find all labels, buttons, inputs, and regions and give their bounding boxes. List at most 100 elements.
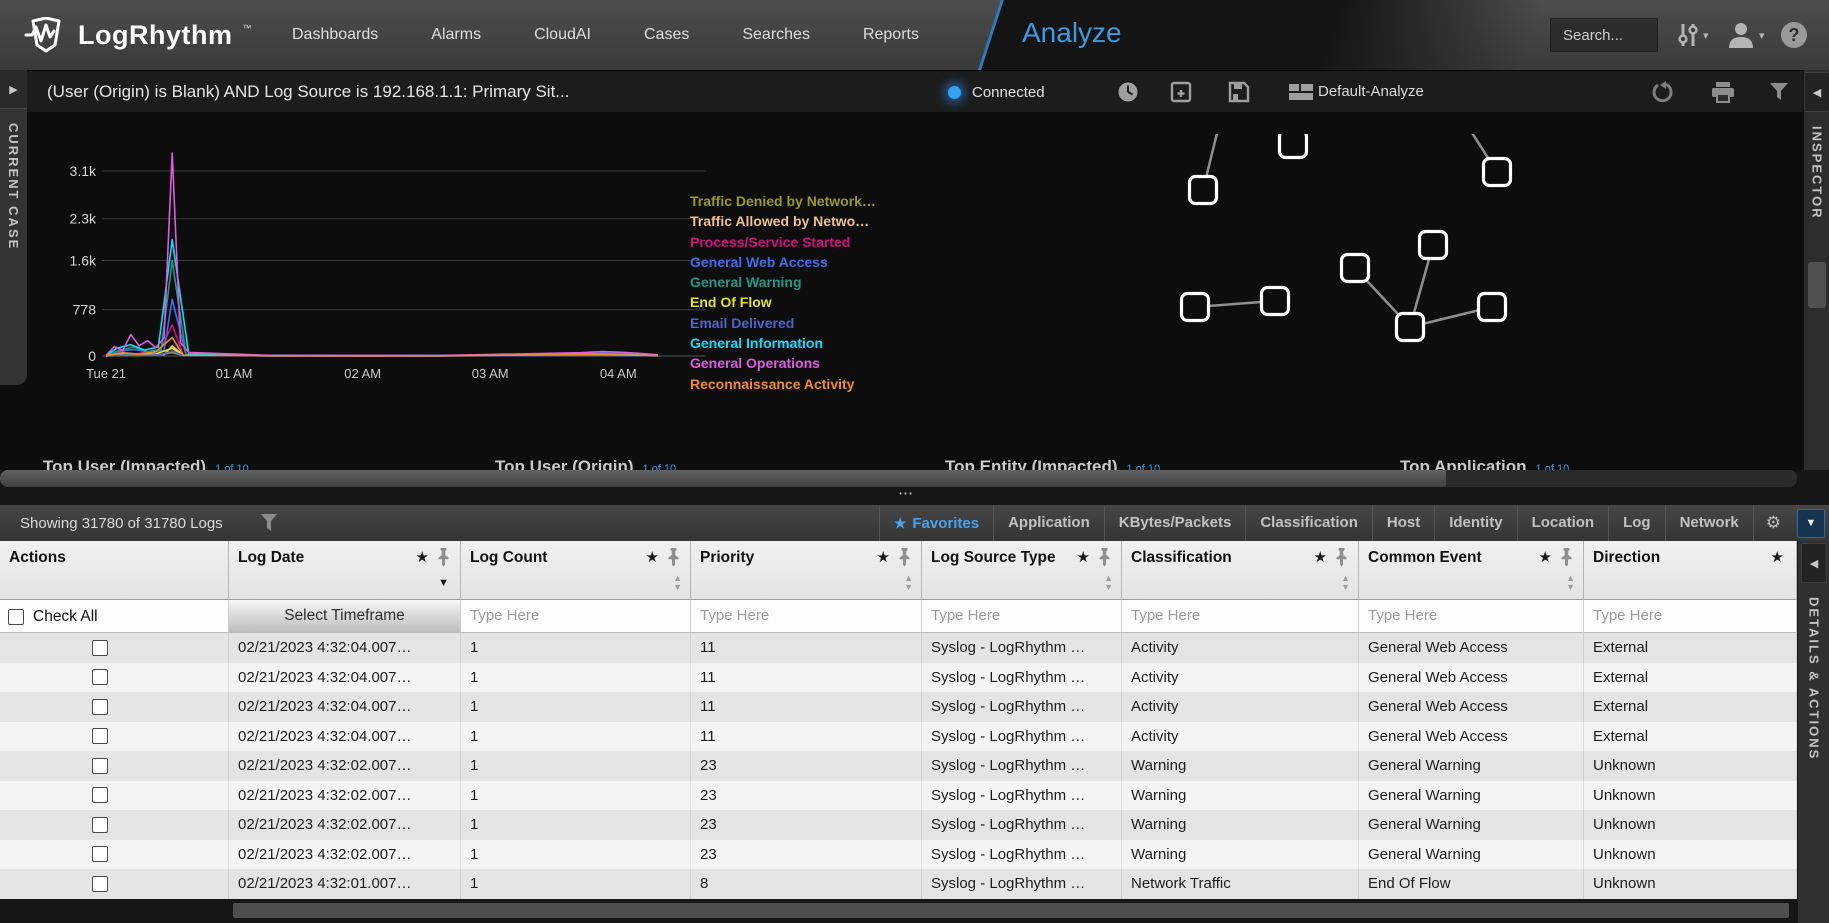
column-pin-icon[interactable] (437, 547, 450, 567)
graph-node[interactable] (1420, 232, 1447, 259)
graph-node[interactable] (1262, 288, 1289, 315)
time-range-icon[interactable] (1117, 81, 1139, 103)
column-pin-icon[interactable] (667, 547, 680, 567)
filter-input[interactable]: Type Here (1359, 600, 1583, 632)
undo-icon[interactable] (1652, 81, 1674, 103)
current-case-expand-button[interactable]: ▶ (0, 70, 27, 109)
column-header-direction[interactable]: Direction★ (1584, 541, 1797, 600)
filter-input[interactable]: Type Here (922, 600, 1121, 632)
tab-location[interactable]: Location (1517, 505, 1609, 541)
row-checkbox[interactable] (92, 699, 108, 715)
column-sort-arrows[interactable]: ▲▼ (1341, 574, 1350, 592)
column-sort-arrows[interactable]: ▲▼ (1566, 574, 1575, 592)
column-star-icon[interactable]: ★ (646, 548, 659, 566)
pin-widget-icon[interactable] (1170, 81, 1192, 103)
filter-input[interactable]: Type Here (1584, 600, 1796, 632)
nav-item-reports[interactable]: Reports (863, 26, 919, 44)
logrhythm-logo[interactable]: LogRhythm ™ (24, 0, 251, 70)
graph-node[interactable] (1479, 294, 1506, 321)
entity-node-graph[interactable] (1128, 134, 1573, 384)
legend-item[interactable]: Traffic Allowed by Netwo… (690, 211, 940, 231)
column-header-actions[interactable]: Actions (0, 541, 229, 600)
filter-icon[interactable] (1768, 81, 1790, 103)
column-sort-arrows[interactable]: ▲▼ (904, 574, 913, 592)
nav-item-alarms[interactable]: Alarms (431, 26, 481, 44)
column-header-log-date[interactable]: Log Date★▼ (229, 541, 461, 600)
column-star-icon[interactable]: ★ (1314, 548, 1327, 566)
row-checkbox[interactable] (92, 758, 108, 774)
nav-item-cases[interactable]: Cases (644, 26, 689, 44)
row-checkbox[interactable] (92, 640, 108, 656)
graph-node[interactable] (1280, 134, 1307, 158)
column-header-priority[interactable]: Priority★▲▼ (691, 541, 922, 600)
column-star-icon[interactable]: ★ (416, 548, 429, 566)
tab-identity[interactable]: Identity (1434, 505, 1516, 541)
tab-log[interactable]: Log (1608, 505, 1665, 541)
table-row[interactable]: 02/21/2023 4:32:01.007…18Syslog - LogRhy… (0, 869, 1797, 899)
tab-host[interactable]: Host (1372, 505, 1434, 541)
row-checkbox[interactable] (92, 787, 108, 803)
legend-item[interactable]: General Information (690, 333, 940, 353)
legend-item[interactable]: Reconnaissance Activity (690, 374, 940, 394)
grid-collapse-button[interactable]: ▼ (1797, 509, 1825, 538)
help-button[interactable]: ? (1781, 0, 1807, 70)
filter-input[interactable]: Type Here (1122, 600, 1358, 632)
nav-item-searches[interactable]: Searches (742, 26, 810, 44)
tab-network[interactable]: Network (1665, 505, 1753, 541)
legend-item[interactable]: General Warning (690, 272, 940, 292)
table-row[interactable]: 02/21/2023 4:32:02.007…123Syslog - LogRh… (0, 810, 1797, 840)
user-menu[interactable]: ▾ (1726, 0, 1765, 70)
column-pin-icon[interactable] (898, 547, 911, 567)
column-star-icon[interactable]: ★ (1539, 548, 1552, 566)
column-pin-icon[interactable] (1098, 547, 1111, 567)
table-row[interactable]: 02/21/2023 4:32:02.007…123Syslog - LogRh… (0, 781, 1797, 811)
details-actions-expand-button[interactable]: ◀ (1801, 543, 1827, 583)
tab-analyze[interactable]: Analyze (1022, 17, 1122, 49)
tab-kbytes-packets[interactable]: KBytes/Packets (1104, 505, 1246, 541)
tab-application[interactable]: Application (993, 505, 1104, 541)
search-button[interactable]: Search... (1550, 18, 1658, 52)
graph-node[interactable] (1190, 177, 1217, 204)
preferences-menu[interactable]: ▾ (1676, 0, 1709, 70)
column-pin-icon[interactable] (1560, 547, 1573, 567)
tab-favorites[interactable]: ★Favorites (879, 505, 993, 541)
graph-node[interactable] (1484, 159, 1511, 186)
splitter-grip-icon[interactable]: ⋯ (898, 484, 915, 502)
table-row[interactable]: 02/21/2023 4:32:02.007…123Syslog - LogRh… (0, 840, 1797, 870)
row-checkbox[interactable] (92, 669, 108, 685)
layout-icon[interactable] (1288, 81, 1314, 103)
legend-item[interactable]: End Of Flow (690, 292, 940, 312)
horizontal-scrollbar-thumb[interactable] (233, 903, 1789, 918)
nav-item-dashboards[interactable]: Dashboards (292, 26, 378, 44)
widget-title-link[interactable]: 1 of 10 (1127, 463, 1161, 470)
filter-input[interactable]: Type Here (461, 600, 690, 632)
column-star-icon[interactable]: ★ (1771, 548, 1784, 566)
column-pin-icon[interactable] (1335, 547, 1348, 567)
check-all-checkbox[interactable] (8, 609, 24, 625)
grid-settings-button[interactable]: ⚙ (1753, 505, 1793, 541)
row-checkbox[interactable] (92, 876, 108, 892)
legend-item[interactable]: Process/Service Started (690, 232, 940, 252)
inspector-expand-button[interactable]: ◀ (1804, 72, 1829, 112)
legend-item[interactable]: Traffic Denied by Network… (690, 191, 940, 211)
column-star-icon[interactable]: ★ (1077, 548, 1090, 566)
filter-input[interactable]: Type Here (691, 600, 921, 632)
widget-title-link[interactable]: 1 of 10 (1536, 463, 1570, 470)
widget-title-link[interactable]: 1 of 10 (643, 463, 677, 470)
table-row[interactable]: 02/21/2023 4:32:04.007…111Syslog - LogRh… (0, 663, 1797, 693)
column-header-log-source-type[interactable]: Log Source Type★▲▼ (922, 541, 1122, 600)
legend-item[interactable]: General Operations (690, 353, 940, 373)
column-header-log-count[interactable]: Log Count★▲▼ (461, 541, 691, 600)
column-star-icon[interactable]: ★ (877, 548, 890, 566)
widget-title-link[interactable]: 1 of 10 (215, 463, 249, 470)
select-timeframe-button[interactable]: Select Timeframe (229, 600, 460, 632)
tab-classification[interactable]: Classification (1245, 505, 1372, 541)
nav-item-cloudai[interactable]: CloudAI (534, 26, 591, 44)
graph-node[interactable] (1397, 314, 1424, 341)
sort-descending-icon[interactable]: ▼ (438, 577, 449, 589)
layout-selector[interactable]: Default-Analyze (1318, 71, 1424, 113)
column-sort-arrows[interactable]: ▲▼ (1104, 574, 1113, 592)
graph-node[interactable] (1182, 294, 1209, 321)
legend-item[interactable]: Email Delivered (690, 313, 940, 333)
vertical-scrollbar-thumb[interactable] (1808, 262, 1826, 308)
